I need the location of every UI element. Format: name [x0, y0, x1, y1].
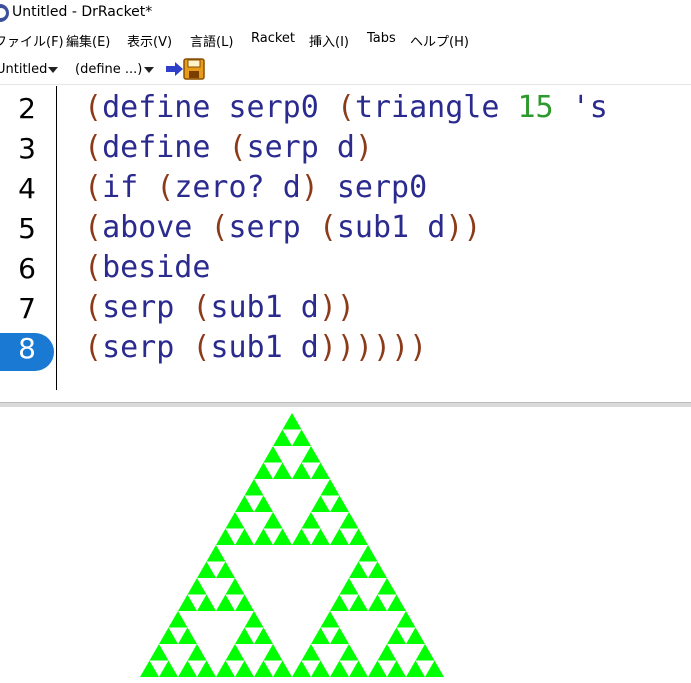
code-line[interactable]: (if (zero? d) serp0 — [84, 170, 427, 205]
code-line[interactable]: (serp (sub1 d)) — [84, 290, 355, 325]
definitions-editor[interactable]: 2 3 4 5 6 7 8 (define serp0 (triangle 15… — [0, 86, 691, 392]
title-bar: Untitled - DrRacket* — [0, 0, 691, 26]
define-menu-button[interactable]: (define ...) — [75, 62, 142, 77]
menu-language[interactable]: 言語(L) — [190, 31, 233, 50]
file-name-button[interactable]: Untitled — [0, 62, 47, 77]
menu-racket[interactable]: Racket — [251, 31, 295, 46]
line-number-active: 8 — [18, 332, 36, 365]
line-number: 6 — [18, 252, 36, 285]
line-number: 4 — [18, 172, 36, 205]
menu-tabs[interactable]: Tabs — [367, 31, 396, 46]
line-number: 5 — [18, 212, 36, 245]
line-number: 3 — [18, 132, 36, 165]
sierpinski-triangle-image — [140, 413, 444, 677]
save-icon[interactable] — [183, 58, 205, 80]
line-number: 2 — [18, 92, 36, 125]
menu-insert[interactable]: 挿入(I) — [309, 31, 349, 50]
code-line[interactable]: (define (serp d) — [84, 130, 373, 165]
menu-edit[interactable]: 編集(E) — [66, 31, 110, 50]
chevron-down-icon[interactable] — [48, 67, 58, 73]
interactions-pane[interactable] — [0, 407, 691, 679]
code-line[interactable]: (beside — [84, 250, 210, 285]
arrow-right-icon[interactable] — [166, 62, 184, 76]
line-number: 7 — [18, 292, 36, 325]
code-line[interactable]: (define serp0 (triangle 15 's — [84, 90, 608, 125]
menu-help[interactable]: ヘルプ(H) — [410, 31, 469, 50]
toolbar: Untitled (define ...) — [0, 56, 691, 85]
menu-view[interactable]: 表示(V) — [127, 31, 172, 50]
gutter-divider — [56, 86, 57, 390]
menu-file[interactable]: ファイル(F) — [0, 31, 64, 50]
drracket-logo-icon — [0, 4, 9, 22]
window-title: Untitled - DrRacket* — [12, 4, 153, 20]
chevron-down-icon[interactable] — [144, 67, 154, 73]
code-line[interactable]: (serp (sub1 d)))))) — [84, 330, 427, 365]
code-line[interactable]: (above (serp (sub1 d)) — [84, 210, 481, 245]
